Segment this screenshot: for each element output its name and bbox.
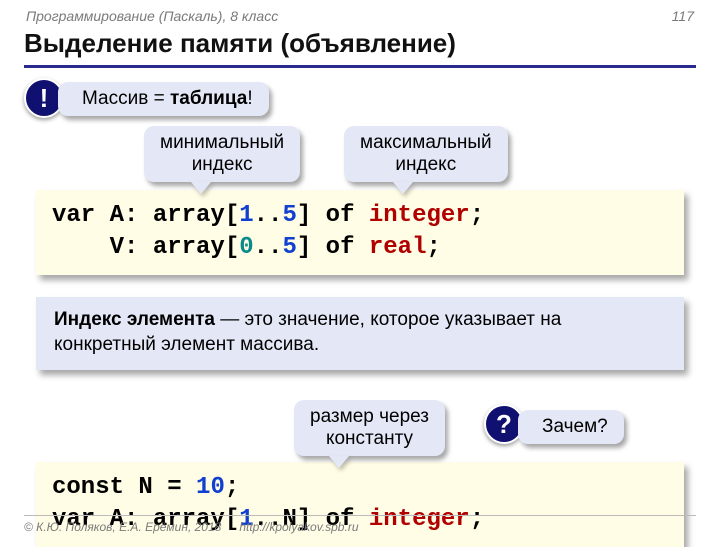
c2l1a: const N xyxy=(52,474,153,501)
code1-line2: V: array[0..5] of real; xyxy=(52,232,668,264)
c1l1g: ; xyxy=(470,202,484,229)
c2l1d: ; xyxy=(225,474,239,501)
max-index-label: максимальный индекс xyxy=(344,126,508,182)
c1l2c: .. xyxy=(254,234,283,261)
c2l1b: = xyxy=(153,474,196,501)
c1l1f: integer xyxy=(369,202,470,229)
code-block-2: const N = 10; var A: array[1..N] of inte… xyxy=(36,462,684,547)
c1l1a: var A: array[ xyxy=(52,202,239,229)
page-number: 117 xyxy=(672,8,694,24)
c1l1b: 1 xyxy=(239,202,253,229)
hint-array-table: Массив = таблица! xyxy=(58,82,269,116)
c1l1c: .. xyxy=(254,202,283,229)
c1l1e: ] of xyxy=(297,202,369,229)
copyright: © К.Ю. Поляков, Е.А. Ерёмин, 2018 xyxy=(24,520,221,534)
index-labels-row: минимальный индекс максимальный индекс xyxy=(24,126,696,190)
code2-line1: const N = 10; xyxy=(52,472,668,504)
exclamation-icon: ! xyxy=(40,83,49,114)
page-title: Выделение памяти (объявление) xyxy=(24,26,696,68)
code1-line1: var A: array[1..5] of integer; xyxy=(52,200,668,232)
hint-row-1: ! Массив = таблица! xyxy=(24,78,696,126)
footer: © К.Ю. Поляков, Е.А. Ерёмин, 2018 http:/… xyxy=(24,515,696,534)
header-bar: Программирование (Паскаль), 8 класс 117 xyxy=(24,8,696,26)
defn-term: Индекс элемента xyxy=(54,309,215,330)
slide: Программирование (Паскаль), 8 класс 117 … xyxy=(0,0,720,540)
min-index-label: минимальный индекс xyxy=(144,126,300,182)
c1l1d: 5 xyxy=(282,202,296,229)
c1l2d: 5 xyxy=(282,234,296,261)
c1l2e: ] of xyxy=(297,234,369,261)
code-block-1: var A: array[1..5] of integer; V: array[… xyxy=(36,190,684,275)
question-icon: ? xyxy=(496,409,512,440)
c1l2f: real xyxy=(369,234,427,261)
hint-text-b: таблица xyxy=(170,88,247,109)
definition-box: Индекс элемента — это значение, которое … xyxy=(36,297,684,370)
hint-text-a: Массив = xyxy=(82,88,170,109)
size-const-label: размер через константу xyxy=(294,400,445,456)
c1l2a: V: array[ xyxy=(52,234,239,261)
c1l2g: ; xyxy=(426,234,440,261)
hint-text-c: ! xyxy=(247,88,252,109)
footer-url: http://kpolyakov.spb.ru xyxy=(239,520,358,534)
c1l2b: 0 xyxy=(239,234,253,261)
why-label: Зачем? xyxy=(518,410,624,444)
c2l1c: 10 xyxy=(196,474,225,501)
course-label: Программирование (Паскаль), 8 класс xyxy=(26,8,278,24)
